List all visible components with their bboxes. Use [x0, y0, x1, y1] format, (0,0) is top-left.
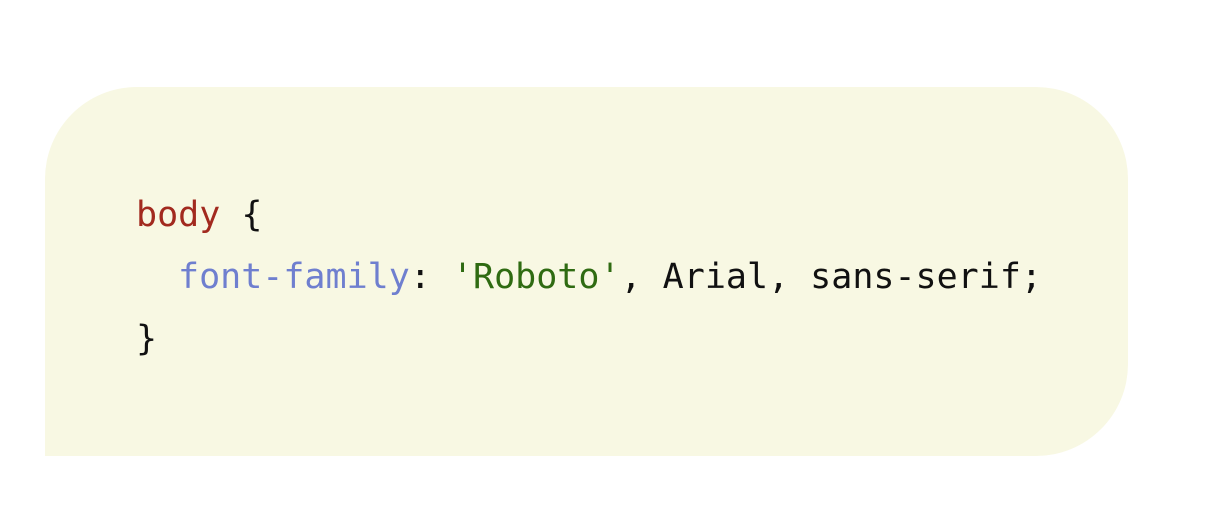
open-brace: { [220, 195, 263, 235]
css-string-value: 'Roboto' [451, 257, 621, 297]
close-brace: } [136, 319, 158, 359]
css-code-snippet: body {font-family: 'Roboto', Arial, sans… [136, 184, 1042, 370]
property-colon: : [409, 257, 452, 297]
code-line-2: font-family: 'Roboto', Arial, sans-serif… [136, 246, 1042, 308]
code-line-1: body { [136, 184, 1042, 246]
css-selector: body [136, 195, 221, 235]
css-property: font-family [178, 257, 410, 297]
code-line-3: } [136, 308, 1042, 370]
css-value-rest: , Arial, sans-serif; [620, 257, 1042, 297]
